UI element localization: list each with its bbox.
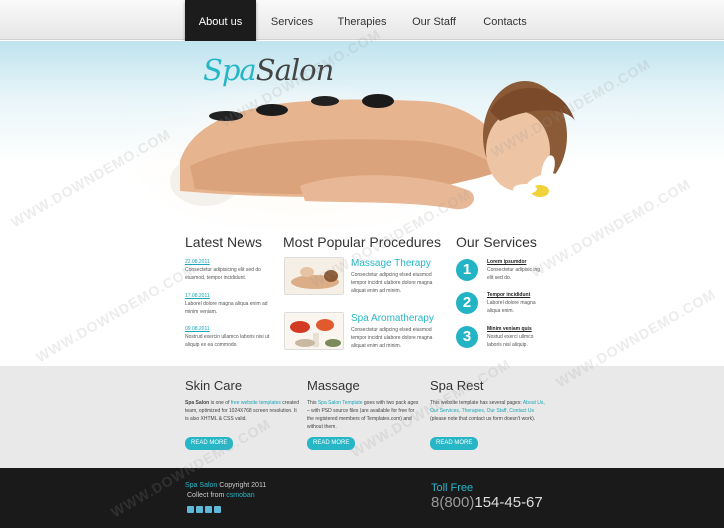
procedures-title: Most Popular Procedures [283,234,441,250]
service-number-3: 3 [456,326,478,348]
news-text-3: Nostrud exercin ullamco laboris nisi ut … [185,334,270,348]
service-title-3[interactable]: Minim veniam quis [487,326,532,332]
footer-brand[interactable]: Spa Salon [185,482,217,489]
logo-salon: Salon [255,53,335,87]
massage-text: This Spa Salon Template goes with two pa… [307,399,422,431]
spa-rest-read-more-button[interactable]: READ MORE [430,437,479,450]
news-text-2: Laborel dolore magna aliqua enim ad mini… [185,301,268,315]
nav-our-staff[interactable]: Our Staff [407,0,461,40]
toll-prefix: 8(800) [431,494,475,511]
news-date-2[interactable]: 17.08.2011 [185,293,210,299]
proc-title-2[interactable]: Spa Aromatherapy [351,313,434,324]
nav-contacts[interactable]: Contacts [479,0,531,40]
massage-link[interactable]: Spa Salon Template [318,400,363,406]
services-title: Our Services [456,234,537,250]
skin-care-title: Skin Care [185,378,243,393]
latest-news-title: Latest News [185,234,263,250]
footer-collect-text: Collect from [187,492,227,499]
massage-photo-icon [285,258,343,294]
proc-text-2: Consectetur adipcing elsed eiusmod tempo… [351,327,433,349]
service-text-1: Consectetur adipisic ing elit sed do. [487,267,541,281]
skin-link[interactable]: free website templates [231,400,281,406]
toll-free-label: Toll Free [431,482,474,494]
toll-number: 154-45-67 [474,494,543,511]
service-text-3: Nostud exerci ullmco laboris nisl aliqui… [487,334,534,348]
delicious-icon[interactable] [214,506,221,513]
proc-title-1[interactable]: Massage Therapy [351,258,431,269]
massage-title: Massage [307,378,360,393]
toll-free-number: 8(800)154-45-67 [431,494,543,511]
massage-t1: This [307,400,318,406]
proc-text-1: Consectetur adipcing elsed eiusmod tempo… [351,272,433,294]
site-logo[interactable]: SpaSalon [203,53,335,87]
footer [0,468,724,528]
aromatherapy-image[interactable] [284,312,344,350]
massage-read-more-button[interactable]: READ MORE [307,437,356,450]
main-nav: About us Services Therapies Our Staff Co… [0,0,724,43]
news-date-3[interactable]: 09.08.2011 [185,326,210,332]
skin-care-read-more-button[interactable]: READ MORE [185,437,234,450]
logo-spa: Spa [203,53,257,87]
facebook-icon[interactable] [187,506,194,513]
rss-icon[interactable] [205,506,212,513]
spa-rest-text: This website template has several pages:… [430,399,545,423]
twitter-icon[interactable] [196,506,203,513]
service-text-2: Laborel dolore magna aliqua enim. [487,300,536,314]
rest-t2: (please note that contact us form doesn'… [430,416,536,422]
aroma-photo-icon [285,313,343,349]
service-number-2: 2 [456,292,478,314]
skin-care-text: Spa Salon is one of free website templat… [185,399,300,423]
footer-collect: Collect from csmoban [187,492,255,499]
footer-copyright-text: Copyright 2011 [217,482,267,489]
news-text-1: Consectetur adipisicing elit sed do eius… [185,267,261,281]
watermark: WWW.DOWNDEMO.COM [33,260,199,366]
news-date-1[interactable]: 22.08.2011 [185,259,210,265]
service-number-1: 1 [456,259,478,281]
massage-therapy-image[interactable] [284,257,344,295]
rest-t1: This website template has several pages: [430,400,523,406]
hero-woman-image [170,81,575,210]
spa-rest-title: Spa Rest [430,378,484,393]
service-title-1[interactable]: Lorem ipsumdor [487,259,526,265]
footer-collect-link[interactable]: csmoban [226,492,254,499]
nav-therapies[interactable]: Therapies [334,0,390,40]
nav-services[interactable]: Services [266,0,318,40]
skin-brand: Spa Salon [185,400,210,406]
hero-banner: SpaSalon [0,41,724,230]
footer-copyright: Spa Salon Copyright 2011 [185,482,266,489]
service-title-2[interactable]: Tempor incididunt [487,292,530,298]
skin-t1: is one of [209,400,231,406]
nav-about-us[interactable]: About us [185,0,256,43]
